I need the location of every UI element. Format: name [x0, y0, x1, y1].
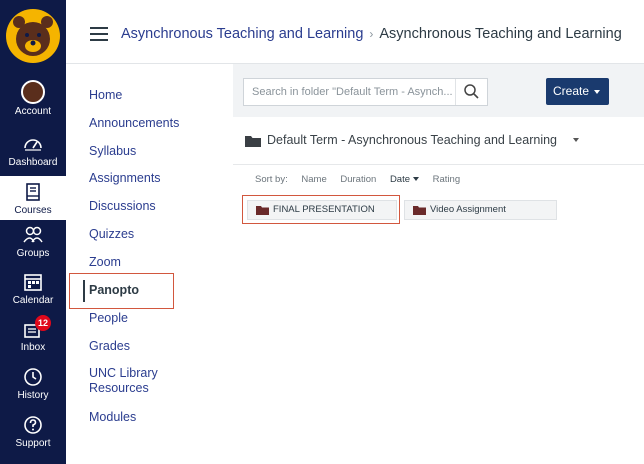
course-nav-discussions[interactable]: Discussions	[89, 199, 156, 214]
search-input[interactable]: Search in folder "Default Term - Asynch.…	[243, 78, 488, 106]
global-navigation: Account Dashboard Courses Groups Calenda…	[0, 0, 66, 464]
chevron-down-icon	[594, 89, 601, 94]
folder-dropdown-icon	[573, 138, 579, 142]
course-nav-grades[interactable]: Grades	[89, 339, 130, 354]
search-placeholder: Search in folder "Default Term - Asynch.…	[252, 86, 453, 98]
history-icon	[24, 368, 42, 386]
create-button[interactable]: Create	[546, 78, 609, 105]
panopto-toolbar: Search in folder "Default Term - Asynch.…	[233, 64, 644, 117]
search-button[interactable]	[455, 79, 487, 105]
create-button-label: Create	[553, 84, 590, 98]
folder-tile-label: Video Assignment	[430, 204, 506, 215]
global-nav-label: Groups	[16, 248, 50, 259]
global-nav-label: Dashboard	[8, 157, 58, 168]
folder-title: Default Term - Asynchronous Teaching and…	[267, 133, 557, 147]
global-nav-history[interactable]: History	[0, 366, 66, 410]
global-nav-label: Courses	[14, 205, 52, 216]
course-nav-unc-library-resources[interactable]: UNC Library Resources	[89, 366, 169, 396]
sort-by-label: Sort by:	[255, 174, 288, 185]
course-nav-quizzes[interactable]: Quizzes	[89, 227, 134, 242]
global-nav-account[interactable]: Account	[0, 80, 66, 124]
groups-icon	[23, 226, 43, 243]
university-logo[interactable]	[4, 6, 62, 66]
folder-icon	[413, 206, 426, 215]
folder-title-dropdown[interactable]: Default Term - Asynchronous Teaching and…	[245, 133, 579, 147]
final-presentation-highlight-box	[242, 195, 400, 224]
sort-date[interactable]: Date	[389, 174, 420, 185]
hamburger-menu-icon[interactable]	[90, 27, 108, 41]
calendar-icon	[24, 274, 42, 291]
help-icon	[24, 416, 42, 434]
dashboard-icon	[24, 139, 42, 151]
global-nav-groups[interactable]: Groups	[0, 224, 66, 268]
global-nav-support[interactable]: Support	[0, 414, 66, 458]
sort-bar: Sort by: Name Duration Date Rating	[255, 174, 471, 185]
course-nav-announcements[interactable]: Announcements	[89, 116, 179, 131]
panopto-folder-view: Search in folder "Default Term - Asynch.…	[233, 64, 644, 464]
divider	[233, 164, 644, 165]
breadcrumb-course-link[interactable]: Asynchronous Teaching and Learning	[121, 26, 363, 42]
sort-name[interactable]: Name	[301, 174, 326, 185]
course-nav-people[interactable]: People	[89, 311, 128, 326]
global-nav-label: Calendar	[12, 295, 54, 306]
course-nav-zoom[interactable]: Zoom	[89, 255, 121, 270]
course-nav-syllabus[interactable]: Syllabus	[89, 144, 136, 159]
course-nav-home[interactable]: Home	[89, 88, 122, 103]
course-nav-modules[interactable]: Modules	[89, 410, 136, 425]
inbox-unread-badge: 12	[35, 315, 51, 331]
search-icon	[464, 84, 479, 99]
course-nav-assignments[interactable]: Assignments	[89, 171, 161, 186]
breadcrumb-separator-icon: ›	[369, 27, 374, 41]
sort-rating[interactable]: Rating	[433, 174, 460, 185]
sort-date-label: Date	[389, 174, 411, 185]
global-nav-label: History	[17, 390, 49, 401]
sort-descending-icon	[413, 177, 420, 182]
global-nav-inbox[interactable]: 12 Inbox	[0, 315, 66, 362]
folder-tile-video-assignment[interactable]: Video Assignment	[404, 200, 557, 220]
avatar	[21, 80, 45, 104]
course-navigation: Home Announcements Syllabus Assignments …	[66, 64, 233, 464]
global-nav-label: Support	[15, 438, 51, 449]
global-nav-label: Inbox	[20, 342, 46, 353]
breadcrumb-current-page: Asynchronous Teaching and Learning	[379, 26, 622, 42]
panopto-highlight-box	[69, 273, 174, 309]
global-nav-courses[interactable]: Courses	[0, 176, 66, 220]
global-nav-dashboard[interactable]: Dashboard	[0, 133, 66, 177]
sort-duration[interactable]: Duration	[340, 174, 376, 185]
course-header: Asynchronous Teaching and Learning › Async…	[66, 0, 644, 64]
courses-icon	[26, 183, 40, 201]
global-nav-label: Account	[14, 106, 52, 117]
global-nav-calendar[interactable]: Calendar	[0, 271, 66, 315]
breadcrumb: Asynchronous Teaching and Learning › Async…	[121, 26, 622, 42]
folder-icon	[245, 135, 261, 147]
